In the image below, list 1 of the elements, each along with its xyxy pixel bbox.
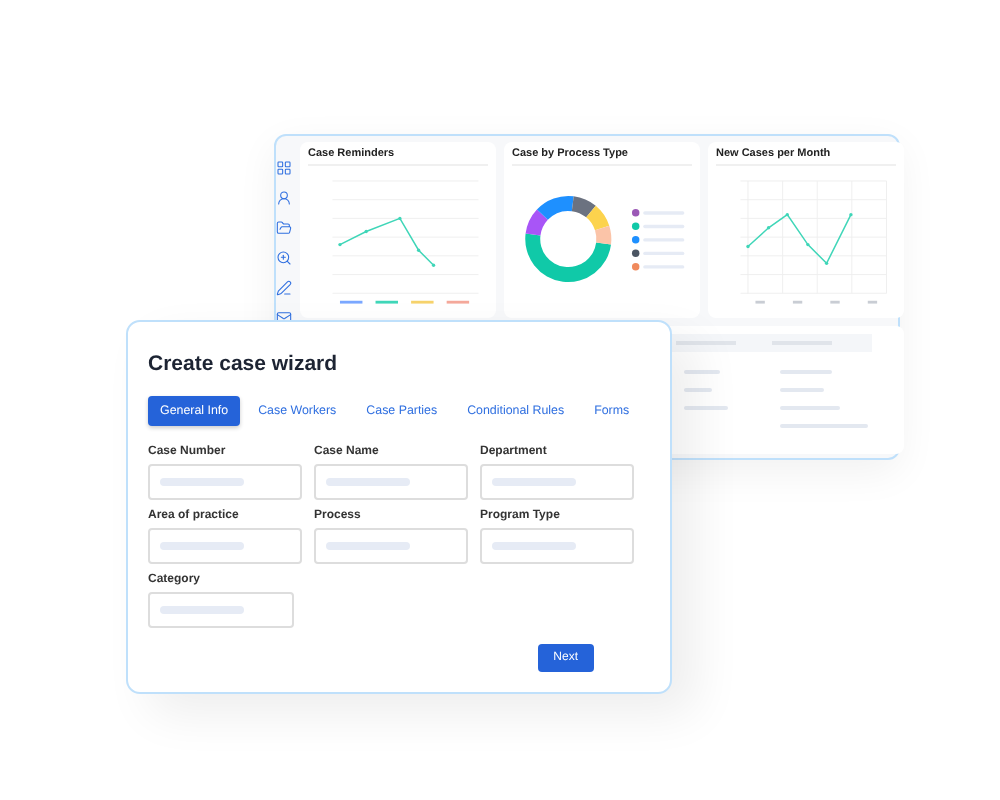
dialog-title: Create case wizard <box>148 352 340 376</box>
